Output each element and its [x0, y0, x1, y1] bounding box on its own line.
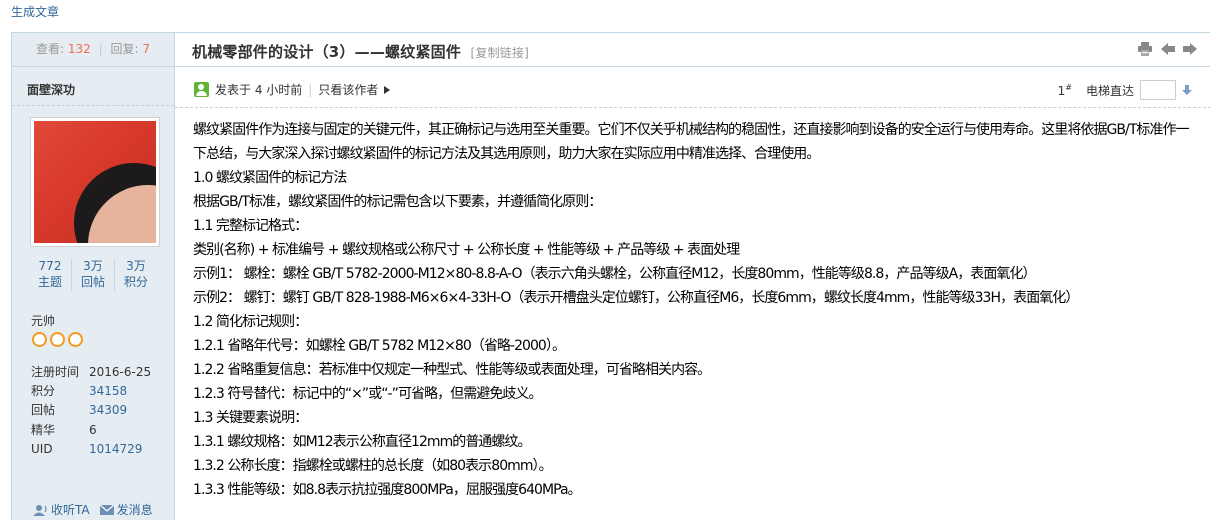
star-icon — [68, 332, 83, 347]
post-content: 螺纹紧固件作为连接与固定的关键元件，其正确标记与选用至关重要。它们不仅关乎机械结… — [193, 118, 1190, 502]
thread-header: 机械零部件的设计（3）——螺纹紧固件 [复制链接] — [175, 33, 1210, 67]
floor-number: 1# — [1057, 82, 1072, 98]
star-icon — [50, 332, 65, 347]
caret-right-icon — [384, 85, 391, 94]
stat-posts[interactable]: 3万 回帖 — [71, 259, 114, 291]
content-paragraph: 根据GB/T标准，螺纹紧固件的标记需包含以下要素，并遵循简化原则： — [193, 194, 602, 210]
replies-count: 7 — [142, 42, 150, 56]
rank-stars — [32, 332, 83, 347]
content-paragraph: 1.2.3 符号替代：标记中的“×”或“-”可省略，但需避免歧义。 — [193, 386, 542, 402]
author-name[interactable]: 面壁深功 — [27, 81, 75, 98]
author-info: 注册时间 2016-6-25 积分 34158 回帖 34309 精华 6 UID 101… — [31, 363, 151, 459]
thread-tools — [1137, 42, 1197, 56]
generate-article-link[interactable]: 生成文章 — [11, 5, 59, 19]
views-count: 132 — [67, 42, 91, 56]
author-actions: 收听TA 发消息 — [32, 501, 153, 518]
page-title: 机械零部件的设计（3）——螺纹紧固件 — [192, 43, 462, 61]
content-paragraph: 1.2.1 省略年代号：如螺栓 GB/T 5782 M12×80（省略-2000… — [193, 338, 566, 354]
info-row: UID 1014729 — [31, 441, 143, 456]
author-stats: 772 主题 3万 回帖 3万 积分 — [29, 259, 157, 291]
content-heading: 1.1 完整标记格式： — [193, 218, 308, 234]
author-rank: 元帅 — [31, 314, 56, 328]
envelope-icon — [99, 504, 114, 515]
author-only-link[interactable]: 只看该作者 — [318, 81, 378, 98]
content-paragraph: 1.3.3 性能等级：如8.8表示抗拉强度800MPa，屈服强度640MPa。 — [193, 482, 582, 498]
info-row: 精华 6 — [31, 422, 97, 437]
content-paragraph: 类别(名称) + 标准编号 + 螺纹规格或公称尺寸 + 公称长度 + 性能等级 … — [193, 242, 740, 258]
content-heading: 1.2 简化标记规则： — [193, 314, 308, 330]
content-paragraph: 1.3.1 螺纹规格：如M12表示公称直径12mm的普通螺纹。 — [193, 434, 532, 450]
send-message-button[interactable]: 发消息 — [99, 501, 153, 518]
author-sidebar: 面壁深功 772 主题 3万 回帖 3万 积分 元帅 注册时间 2016-6-2… — [12, 67, 175, 520]
floor-jump-input[interactable] — [1140, 80, 1176, 100]
arrow-right-icon[interactable] — [1183, 42, 1197, 56]
stat-credits[interactable]: 3万 积分 — [114, 259, 157, 291]
online-status-icon — [194, 82, 209, 97]
content-paragraph: 示例1： 螺栓：螺栓 GB/T 5782-2000-M12×80-8.8-A-O… — [193, 266, 1036, 282]
thread-title: 机械零部件的设计（3）——螺纹紧固件 [复制链接] — [192, 41, 529, 62]
content-heading: 1.3 关键要素说明： — [193, 410, 308, 426]
print-icon[interactable] — [1137, 42, 1153, 56]
post-time: 发表于 4 小时前 — [215, 83, 303, 97]
content-paragraph: 示例2： 螺钉：螺钉 GB/T 828-1988-M6×6×4-33H-O（表示… — [193, 290, 1079, 306]
info-row: 回帖 34309 — [31, 403, 128, 418]
thread-stats: 查看: 132 | 回复: 7 — [12, 33, 175, 67]
post-meta-bar: 发表于 4 小时前 | 只看该作者 1# 电梯直达 — [175, 67, 1210, 108]
star-icon — [32, 332, 47, 347]
topbar: 生成文章 — [11, 3, 59, 20]
replies-label: 回复: — [110, 42, 139, 56]
follow-button[interactable]: 收听TA — [32, 501, 90, 518]
views-label: 查看: — [36, 42, 65, 56]
info-row: 积分 34158 — [31, 384, 128, 399]
stat-topics[interactable]: 772 主题 — [29, 259, 71, 291]
arrow-left-icon[interactable] — [1161, 42, 1175, 56]
content-paragraph: 1.3.2 公称长度：指螺栓或螺柱的总长度（如80表示80mm）。 — [193, 458, 553, 474]
info-row: 注册时间 2016-6-25 — [31, 365, 152, 379]
content-paragraph: 1.2.2 省略重复信息：若标准中仅规定一种型式、性能等级或表面处理，可省略相关… — [193, 362, 711, 378]
elevator-label: 电梯直达 — [1085, 83, 1134, 98]
content-heading: 1.0 螺纹紧固件的标记方法 — [193, 170, 347, 186]
follow-icon — [33, 504, 47, 516]
arrow-down-icon[interactable] — [1182, 85, 1192, 95]
content-paragraph: 螺纹紧固件作为连接与固定的关键元件，其正确标记与选用至关重要。它们不仅关乎机械结… — [193, 122, 1190, 162]
copy-link[interactable]: [复制链接] — [470, 46, 529, 60]
avatar[interactable] — [30, 117, 160, 247]
